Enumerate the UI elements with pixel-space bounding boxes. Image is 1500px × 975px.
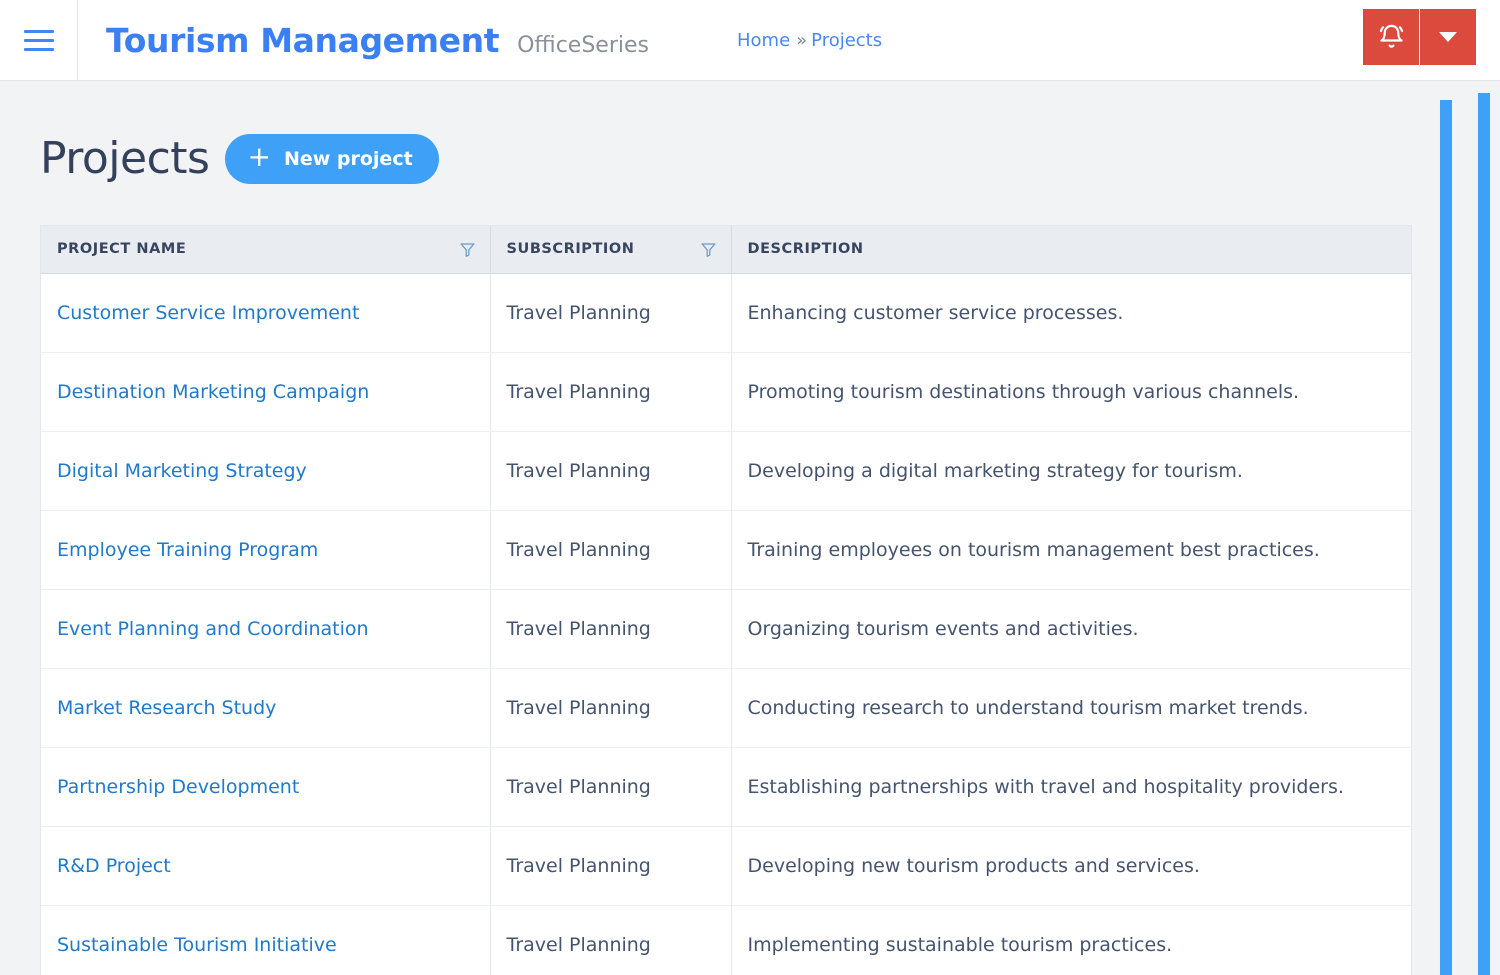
cell-description: Training employees on tourism management… [731,510,1411,590]
column-header-subscription-label: SUBSCRIPTION [506,241,635,258]
cell-subscription: Travel Planning [490,431,732,511]
column-header-description[interactable]: DESCRIPTION [731,226,1411,274]
hamburger-menu-button[interactable] [0,0,78,81]
table-header: PROJECT NAME SUBSCRIPTION DESCRIPTION [41,226,1411,274]
cell-description: Developing new tourism products and serv… [731,826,1411,906]
page-title: Projects [40,133,210,184]
table-row: Sustainable Tourism Initiative Travel Pla… [41,905,1411,975]
bell-icon [1378,22,1405,53]
column-header-subscription[interactable]: SUBSCRIPTION [490,226,732,274]
cell-project-name: Customer Service Improvement [41,273,491,353]
table-row: Customer Service Improvement Travel Plann… [41,273,1411,353]
cell-subscription: Travel Planning [490,747,732,827]
breadcrumb-current-link[interactable]: Projects [811,30,882,51]
cell-project-name: Event Planning and Coordination [41,589,491,669]
table-row: Destination Marketing Campaign Travel Pla… [41,352,1411,432]
notifications-button[interactable] [1363,9,1420,65]
table-row: Employee Training Program Travel Planning… [41,510,1411,590]
filter-icon[interactable] [700,241,717,258]
plus-icon: + [247,140,271,173]
project-name-link[interactable]: Partnership Development [57,776,299,798]
table-row: Event Planning and Coordination Travel Pl… [41,589,1411,669]
project-name-link[interactable]: Employee Training Program [57,539,318,561]
cell-project-name: Destination Marketing Campaign [41,352,491,432]
cell-description: Organizing tourism events and activities… [731,589,1411,669]
cell-description: Enhancing customer service processes. [731,273,1411,353]
cell-project-name: Sustainable Tourism Initiative [41,905,491,975]
new-project-button-label: New project [283,147,413,170]
cell-subscription: Travel Planning [490,826,732,906]
page-content: Projects + New project PROJECT NAME SUBS… [0,81,1500,975]
projects-table: PROJECT NAME SUBSCRIPTION DESCRIPTION Cu… [41,226,1411,975]
breadcrumb-separator: » [796,29,808,51]
inner-scrollbar-thumb[interactable] [1440,100,1452,975]
cell-project-name: Partnership Development [41,747,491,827]
hamburger-icon-bar [23,47,54,51]
column-header-description-label: DESCRIPTION [747,241,864,258]
projects-table-container: PROJECT NAME SUBSCRIPTION DESCRIPTION Cu… [40,225,1412,975]
header-actions [1363,9,1476,65]
cell-description: Promoting tourism destinations through v… [731,352,1411,432]
cell-description: Developing a digital marketing strategy … [731,431,1411,511]
cell-description: Establishing partnerships with travel an… [731,747,1411,827]
notifications-dropdown-button[interactable] [1420,9,1476,65]
table-row: R&D Project Travel Planning Developing new… [41,826,1411,906]
cell-subscription: Travel Planning [490,589,732,669]
cell-project-name: Digital Marketing Strategy [41,431,491,511]
cell-subscription: Travel Planning [490,352,732,432]
table-row: Digital Marketing Strategy Travel Plannin… [41,431,1411,511]
hamburger-icon-bar [23,38,54,42]
project-name-link[interactable]: Destination Marketing Campaign [57,381,369,403]
breadcrumb-home-link[interactable]: Home [737,30,790,51]
cell-description: Conducting research to understand touris… [731,668,1411,748]
project-name-link[interactable]: Event Planning and Coordination [57,618,369,640]
new-project-button[interactable]: + New project [225,133,439,184]
top-header: Tourism Management OfficeSeries Home » P… [0,0,1500,81]
project-name-link[interactable]: Market Research Study [57,697,276,719]
cell-subscription: Travel Planning [490,905,732,975]
project-name-link[interactable]: Customer Service Improvement [57,302,359,324]
column-header-project-name[interactable]: PROJECT NAME [41,226,491,274]
cell-subscription: Travel Planning [490,668,732,748]
project-name-link[interactable]: R&D Project [57,855,171,877]
breadcrumb: Home » Projects [737,30,882,51]
cell-project-name: R&D Project [41,826,491,906]
page-scrollbar-thumb[interactable] [1478,93,1490,975]
cell-project-name: Employee Training Program [41,510,491,590]
app-title: Tourism Management [106,20,500,60]
table-body: Customer Service Improvement Travel Plann… [41,273,1411,975]
project-name-link[interactable]: Sustainable Tourism Initiative [57,934,337,956]
app-subtitle: OfficeSeries [517,32,649,58]
table-header-row: PROJECT NAME SUBSCRIPTION DESCRIPTION [41,226,1411,274]
project-name-link[interactable]: Digital Marketing Strategy [57,460,307,482]
filter-icon[interactable] [459,241,476,258]
hamburger-icon-bar [23,29,54,33]
table-row: Partnership Development Travel Planning Es… [41,747,1411,827]
cell-project-name: Market Research Study [41,668,491,748]
page-header: Projects + New project [0,81,1500,184]
cell-description: Implementing sustainable tourism practic… [731,905,1411,975]
table-row: Market Research Study Travel Planning Cond… [41,668,1411,748]
column-header-project-name-label: PROJECT NAME [57,241,187,258]
brand: Tourism Management OfficeSeries [78,21,649,60]
chevron-down-icon [1439,32,1457,42]
cell-subscription: Travel Planning [490,273,732,353]
cell-subscription: Travel Planning [490,510,732,590]
